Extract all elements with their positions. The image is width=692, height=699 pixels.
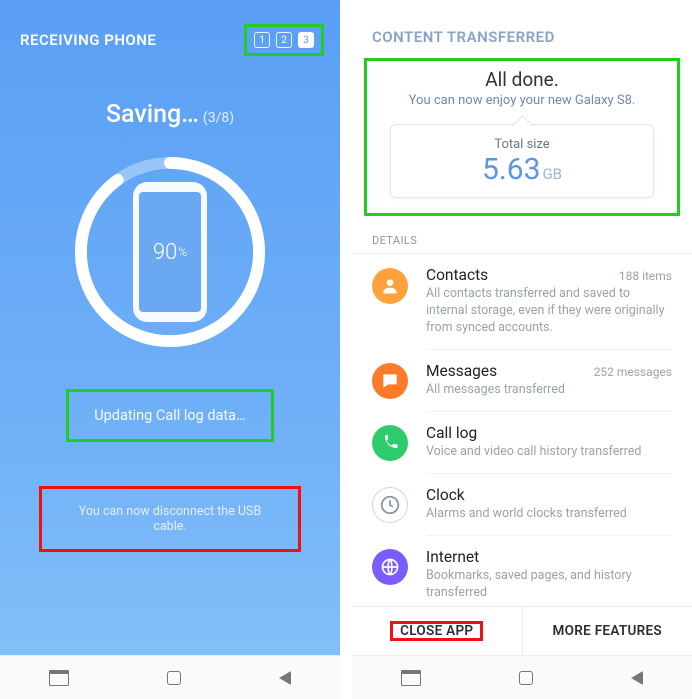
page-title: CONTENT TRANSFERRED	[372, 28, 555, 46]
header: CONTENT TRANSFERRED	[352, 0, 692, 58]
recents-icon[interactable]	[49, 670, 69, 686]
step-1: 1	[254, 32, 270, 48]
clock-icon	[372, 487, 408, 523]
list-item-desc: All messages transferred	[426, 382, 672, 399]
step-2: 2	[276, 32, 292, 48]
status-line: Updating Call log data…	[70, 393, 270, 438]
header: RECEIVING PHONE 1 2 3	[0, 0, 340, 64]
list-item[interactable]: Clock Alarms and world clocks transferred	[352, 473, 692, 535]
receiving-screen: RECEIVING PHONE 1 2 3 Saving… (3/8) 90% …	[0, 0, 340, 699]
close-app-label: CLOSE APP	[392, 623, 481, 639]
saving-status: Saving… (3/8)	[0, 100, 340, 129]
list-item-title: Contacts	[426, 266, 488, 284]
nav-bar	[0, 655, 340, 699]
step-3: 3	[298, 32, 314, 48]
list-item-desc: All contacts transferred and saved to in…	[426, 286, 672, 337]
disconnect-notice: You can now disconnect the USB cable.	[41, 488, 299, 550]
total-size-unit: GB	[542, 165, 562, 183]
phone-illustration: 90%	[71, 153, 269, 351]
more-features-label: MORE FEATURES	[553, 623, 662, 639]
transferred-screen: CONTENT TRANSFERRED All done. You can no…	[352, 0, 692, 699]
done-subtitle: You can now enjoy your new Galaxy S8.	[374, 93, 670, 108]
saving-label: Saving…	[106, 100, 199, 129]
list-item[interactable]: Internet Bookmarks, saved pages, and hist…	[352, 535, 692, 606]
list-item-text: Contacts 188 items All contacts transferre…	[426, 266, 672, 337]
list-item-title: Clock	[426, 486, 465, 504]
contacts-icon	[372, 268, 408, 304]
nav-bar	[352, 655, 692, 699]
more-features-button[interactable]: MORE FEATURES	[522, 607, 692, 655]
page-title: RECEIVING PHONE	[20, 31, 156, 49]
back-icon[interactable]	[279, 671, 291, 685]
total-size-card: Total size 5.63GB	[390, 124, 654, 198]
list-item[interactable]: Messages 252 messages All messages transfe…	[352, 349, 692, 411]
list-item-text: Internet Bookmarks, saved pages, and hist…	[426, 535, 672, 602]
phone-body: 90%	[133, 182, 207, 322]
list-item-desc: Voice and video call history transferred	[426, 444, 672, 461]
recents-icon[interactable]	[401, 670, 421, 686]
details-header: DETAILS	[352, 224, 692, 254]
step-indicator: 1 2 3	[248, 28, 320, 52]
list-item-title: Call log	[426, 424, 477, 442]
list-item-desc: Bookmarks, saved pages, and history tran…	[426, 568, 672, 602]
list-item-desc: Alarms and world clocks transferred	[426, 506, 672, 523]
percent-value: 90	[153, 240, 177, 265]
done-title: All done.	[374, 68, 670, 91]
messages-icon	[372, 363, 408, 399]
list-item-title: Internet	[426, 548, 479, 566]
internet-icon	[372, 549, 408, 585]
home-icon[interactable]	[167, 671, 181, 685]
done-box: All done. You can now enjoy your new Gal…	[368, 62, 676, 212]
close-app-button[interactable]: CLOSE APP	[352, 607, 522, 655]
saving-progress: (3/8)	[203, 110, 234, 126]
phone-screen: 90%	[139, 192, 201, 312]
list-item[interactable]: Contacts 188 items All contacts transferre…	[352, 254, 692, 349]
list-item-title: Messages	[426, 362, 497, 380]
details-list[interactable]: Contacts 188 items All contacts transferre…	[352, 254, 692, 606]
progress-ring: 90%	[71, 153, 269, 351]
percent-sign: %	[178, 245, 187, 259]
home-icon[interactable]	[519, 671, 533, 685]
list-item-text: Messages 252 messages All messages transfe…	[426, 349, 672, 399]
total-size-value: 5.63	[482, 152, 541, 187]
list-item[interactable]: Call log Voice and video call history tra…	[352, 411, 692, 473]
list-item-text: Clock Alarms and world clocks transferred	[426, 473, 672, 523]
list-item-count: 252 messages	[594, 365, 672, 379]
total-size-label: Total size	[399, 137, 645, 152]
calllog-icon	[372, 425, 408, 461]
back-icon[interactable]	[631, 671, 643, 685]
list-item-count: 188 items	[619, 269, 672, 283]
action-bar: CLOSE APP MORE FEATURES	[352, 606, 692, 655]
list-item-text: Call log Voice and video call history tra…	[426, 411, 672, 461]
